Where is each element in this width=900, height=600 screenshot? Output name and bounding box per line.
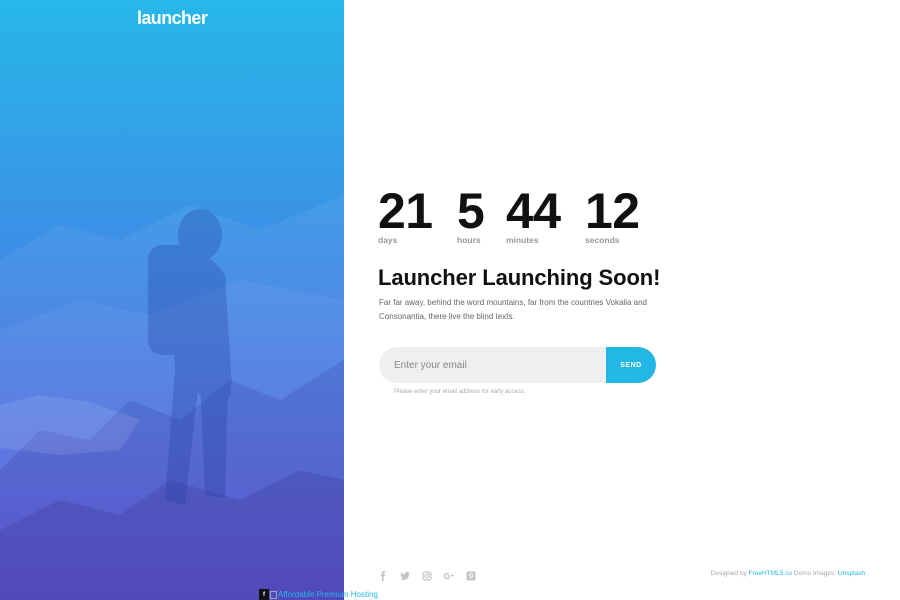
social-links [377,570,477,582]
hosting-ad[interactable]: f Affordable Premium Hosting [259,589,378,600]
facebook-icon[interactable] [377,570,389,582]
countdown-timer: 21 days 5 hours 44 minutes 12 seconds [378,186,664,245]
countdown-seconds: 12 seconds [585,186,664,245]
send-button[interactable]: SEND [606,347,656,383]
hero-panel: launcher [0,0,344,600]
countdown-days: 21 days [378,186,457,245]
designer-link[interactable]: FreeHTML5.co [749,570,792,577]
twitter-icon[interactable] [399,570,411,582]
minutes-value: 44 [506,183,561,239]
page-title: Launcher Launching Soon! [378,265,661,290]
broken-image-icon [270,590,277,599]
ad-alt-text[interactable]: Affordable Premium Hosting [278,590,378,599]
designed-by-text: Designed by [710,570,747,577]
logo[interactable]: launcher [137,8,208,29]
instagram-icon[interactable] [421,570,433,582]
hours-label: hours [457,235,481,245]
pinterest-icon[interactable] [465,570,477,582]
subscribe-form: SEND [379,347,656,383]
minutes-label: minutes [506,235,539,245]
footer-credits: Designed by FreeHTML5.co Demo Images: Un… [711,570,865,577]
broken-image[interactable]: Affordable Premium Hosting [270,590,378,599]
seconds-value: 12 [585,183,640,239]
countdown-minutes: 44 minutes [506,186,585,245]
demo-images-text: Demo Images: [793,570,837,577]
google-plus-icon[interactable] [443,570,455,582]
ad-badge[interactable]: f [259,589,269,600]
hours-value: 5 [457,183,485,239]
seconds-label: seconds [585,235,620,245]
hero-photo [0,195,344,600]
days-value: 21 [378,183,433,239]
page-description: Far far away, behind the word mountains,… [379,298,647,321]
email-hint: Please enter your email address for earl… [394,389,526,395]
unsplash-link[interactable]: Unsplash [838,570,865,577]
countdown-hours: 5 hours [457,186,506,245]
days-label: days [378,235,398,245]
